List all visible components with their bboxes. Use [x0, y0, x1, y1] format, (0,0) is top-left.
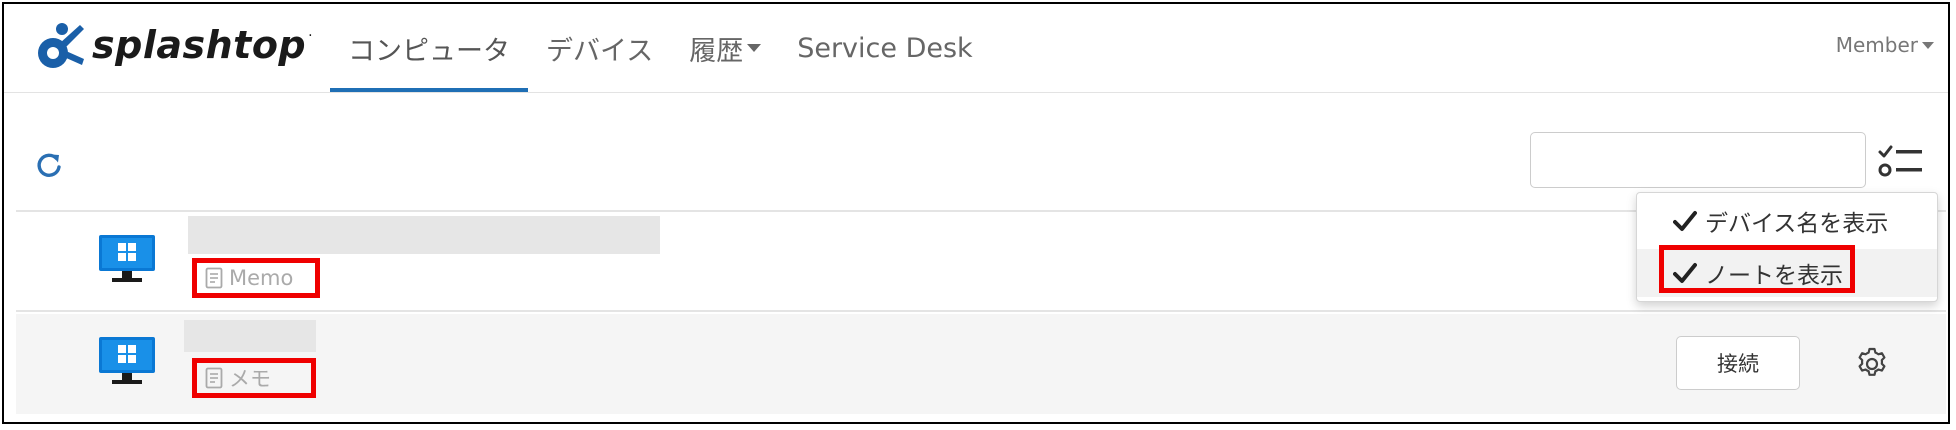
- tab-computers-label: コンピュータ: [348, 35, 510, 67]
- check-icon: [1673, 211, 1697, 231]
- note-icon: [205, 267, 223, 289]
- tab-computers[interactable]: コンピュータ: [330, 4, 528, 92]
- windows-monitor-icon: [99, 235, 155, 282]
- checklist-icon[interactable]: [1876, 142, 1926, 182]
- device-note: Memo: [192, 258, 320, 298]
- logo-text: splashtop: [92, 23, 307, 67]
- top-navbar: splashtop · コンピュータ デバイス 履歴 Service Desk …: [4, 4, 1948, 93]
- menu-item-label: デバイス名を表示: [1705, 211, 1889, 237]
- device-row[interactable]: メモ 接続: [16, 314, 1946, 414]
- logo-mark: ·: [308, 28, 313, 44]
- windows-monitor-icon: [99, 337, 155, 384]
- app-frame: splashtop · コンピュータ デバイス 履歴 Service Desk …: [2, 2, 1950, 424]
- menu-item-label: ノートを表示: [1705, 263, 1843, 289]
- main-nav: コンピュータ デバイス 履歴 Service Desk: [330, 4, 991, 92]
- refresh-icon[interactable]: [34, 150, 64, 180]
- device-name-redacted: [184, 320, 316, 352]
- splashtop-logo-icon: [38, 23, 84, 68]
- check-icon: [1673, 263, 1697, 283]
- tab-service-desk-label: Service Desk: [797, 32, 973, 64]
- menu-item-show-note[interactable]: ノートを表示: [1637, 249, 1937, 297]
- tab-devices[interactable]: デバイス: [528, 4, 671, 92]
- tab-history-label: 履歴: [689, 35, 744, 67]
- caret-down-icon: [1922, 41, 1934, 49]
- list-options-dropdown: デバイス名を表示 ノートを表示: [1636, 192, 1938, 302]
- connect-button[interactable]: 接続: [1676, 336, 1800, 390]
- device-name-redacted: [188, 216, 660, 254]
- menu-item-show-device-name[interactable]: デバイス名を表示: [1637, 197, 1937, 245]
- member-label: Member: [1835, 33, 1918, 57]
- caret-down-icon: [747, 44, 762, 52]
- member-menu[interactable]: Member: [1836, 4, 1934, 86]
- search-input[interactable]: [1530, 132, 1866, 188]
- note-icon: [205, 367, 223, 389]
- gear-icon[interactable]: [1854, 346, 1890, 382]
- splashtop-logo[interactable]: splashtop ·: [32, 12, 313, 78]
- tab-history[interactable]: 履歴: [671, 4, 779, 92]
- tab-service-desk[interactable]: Service Desk: [779, 4, 990, 92]
- row-divider: [16, 310, 1946, 312]
- device-note: メモ: [192, 358, 316, 398]
- tab-devices-label: デバイス: [546, 35, 654, 67]
- device-note-text: メモ: [229, 367, 271, 391]
- device-note-text: Memo: [229, 266, 294, 290]
